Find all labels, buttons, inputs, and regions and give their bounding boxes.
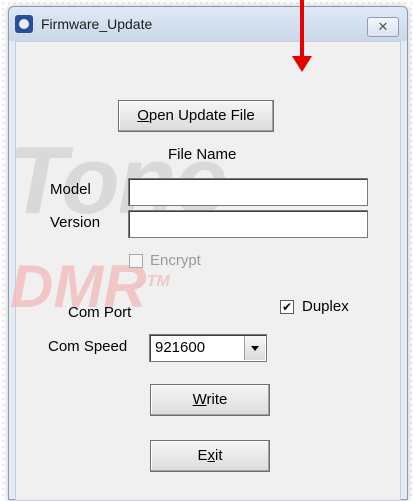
model-field[interactable] — [128, 178, 368, 206]
encrypt-checkbox[interactable] — [129, 254, 143, 268]
firmware-update-window: Firmware_Update ✕ Tone DMRTM Open Update… — [8, 6, 408, 501]
title-bar[interactable]: Firmware_Update ✕ — [9, 7, 407, 41]
file-name-label: File Name — [168, 146, 237, 163]
com-port-label: Com Port — [68, 304, 132, 321]
com-speed-label: Com Speed — [48, 338, 128, 355]
annotation-arrow-icon — [292, 56, 312, 72]
version-field[interactable] — [128, 210, 368, 238]
com-speed-value: 921600 — [155, 339, 206, 356]
encrypt-label: Encrypt — [150, 252, 201, 269]
close-button[interactable]: ✕ — [367, 17, 399, 37]
open-update-file-button[interactable]: Open Update File — [118, 100, 274, 132]
annotation-arrow-shaft — [300, 0, 304, 62]
model-label: Model — [50, 181, 91, 198]
write-button[interactable]: Write — [150, 384, 270, 416]
app-icon — [15, 15, 33, 33]
window-title: Firmware_Update — [41, 16, 153, 32]
duplex-label: Duplex — [302, 298, 349, 315]
dialog-body: Tone DMRTM Open Update File File Name Mo… — [8, 41, 401, 501]
version-label: Version — [50, 214, 101, 231]
chevron-down-icon[interactable] — [244, 336, 265, 360]
duplex-checkbox[interactable]: ✔ — [280, 300, 294, 314]
exit-button[interactable]: Exit — [150, 440, 270, 472]
com-speed-select[interactable]: 921600 — [149, 334, 267, 362]
